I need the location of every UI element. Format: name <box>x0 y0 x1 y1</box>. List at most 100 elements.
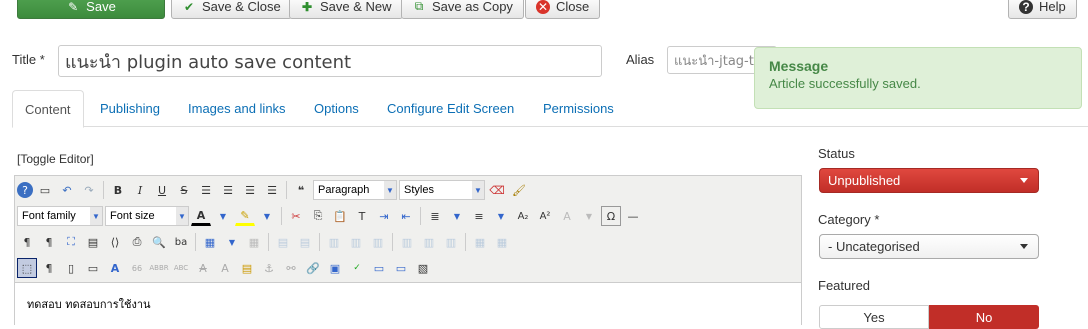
strikethrough-icon[interactable]: S <box>174 180 194 200</box>
style-props-icon[interactable]: A <box>105 258 125 278</box>
save-copy-button[interactable]: ⧉ Save as Copy <box>401 0 524 19</box>
editor-content-area[interactable]: ทดสอบ ทดสอบการใช้งาน <box>15 282 801 326</box>
insert-table-icon[interactable]: ▦ <box>200 232 220 252</box>
paste-text-icon[interactable]: T <box>352 206 372 226</box>
format-select[interactable]: Paragraph ▼ <box>313 180 397 200</box>
abbr-icon[interactable]: ABBR <box>149 258 169 278</box>
tab-publishing[interactable]: Publishing <box>88 90 172 127</box>
featured-no-button[interactable]: No <box>929 305 1039 329</box>
readmore-icon[interactable]: ▭ <box>391 258 411 278</box>
template-icon[interactable]: ▯ <box>61 258 81 278</box>
ins-icon[interactable]: A <box>215 258 235 278</box>
anchor-icon[interactable]: ⚓ <box>259 258 279 278</box>
preview-icon[interactable]: ▤ <box>83 232 103 252</box>
numbered-list-icon[interactable]: ≣ <box>425 206 445 226</box>
unlink-icon[interactable]: ⚯ <box>281 258 301 278</box>
cite-icon[interactable]: 66 <box>127 258 147 278</box>
page-break-icon[interactable]: ▭ <box>369 258 389 278</box>
visual-aid-icon[interactable]: ⬚ <box>17 258 37 278</box>
superscript-icon[interactable]: A² <box>535 206 555 226</box>
italic-icon[interactable]: I <box>130 180 150 200</box>
tab-permissions[interactable]: Permissions <box>531 90 626 127</box>
rtl-icon[interactable]: ¶ <box>39 232 59 252</box>
chevron-down-icon[interactable]: ▼ <box>213 206 233 226</box>
align-left-icon[interactable]: ☰ <box>240 180 260 200</box>
paste-icon[interactable]: 📋 <box>330 206 350 226</box>
attributes-icon[interactable]: ▤ <box>237 258 257 278</box>
new-document-icon[interactable]: ▭ <box>35 180 55 200</box>
undo-icon[interactable]: ↶ <box>57 180 77 200</box>
separator <box>420 207 421 225</box>
close-button[interactable]: ✕ Close <box>525 0 601 19</box>
chevron-down-icon[interactable]: ▼ <box>579 206 599 226</box>
featured-yes-button[interactable]: Yes <box>819 305 929 329</box>
text-direction-icon[interactable]: A <box>557 206 577 226</box>
save-new-button[interactable]: ✚ Save & New <box>289 0 403 19</box>
special-character-icon[interactable]: Ω <box>601 206 621 226</box>
row-after-icon[interactable]: ▤ <box>295 232 315 252</box>
highlight-icon[interactable]: ✎ <box>235 206 255 226</box>
align-justify-icon[interactable]: ☰ <box>196 180 216 200</box>
image-icon[interactable]: ▣ <box>325 258 345 278</box>
chevron-down-icon[interactable]: ▼ <box>257 206 277 226</box>
fullscreen-icon[interactable]: ⛶ <box>61 232 81 252</box>
split-cells-icon[interactable]: ▦ <box>470 232 490 252</box>
cut-icon[interactable]: ✂ <box>286 206 306 226</box>
font-family-select[interactable]: Font family ▼ <box>17 206 103 226</box>
cell-props-icon[interactable]: ▥ <box>346 232 366 252</box>
align-center-icon[interactable]: ☰ <box>218 180 238 200</box>
code-icon[interactable]: ⟨⟩ <box>105 232 125 252</box>
font-size-select[interactable]: Font size ▼ <box>105 206 189 226</box>
save-button[interactable]: ✎ Save <box>17 0 165 19</box>
print-icon[interactable]: ⎙ <box>127 232 147 252</box>
col-before-icon[interactable]: ▥ <box>397 232 417 252</box>
category-value: - Uncategorised <box>828 239 920 254</box>
category-select[interactable]: - Uncategorised <box>819 234 1039 259</box>
toggle-editor-link[interactable]: [Toggle Editor] <box>17 152 94 166</box>
status-select[interactable]: Unpublished <box>819 168 1039 193</box>
delete-row-icon[interactable]: ▥ <box>368 232 388 252</box>
spellcheck-icon[interactable]: ✓ <box>347 258 367 278</box>
indent-icon[interactable]: ⇥ <box>374 206 394 226</box>
show-blocks-icon[interactable]: ¶ <box>39 258 59 278</box>
underline-icon[interactable]: U <box>152 180 172 200</box>
del-icon[interactable]: A <box>193 258 213 278</box>
tab-images-links[interactable]: Images and links <box>176 90 298 127</box>
layer-icon[interactable]: ▭ <box>83 258 103 278</box>
help-button[interactable]: ? Help <box>1008 0 1077 19</box>
search-icon[interactable]: 🔍 <box>149 232 169 252</box>
copy-icon[interactable]: ⎘ <box>308 206 328 226</box>
title-input[interactable]: แนะนำ plugin auto save content <box>58 45 602 77</box>
chevron-down-icon[interactable]: ▼ <box>222 232 242 252</box>
subscript-icon[interactable]: A₂ <box>513 206 533 226</box>
blockquote-icon[interactable]: ❝ <box>291 180 311 200</box>
row-props-icon[interactable]: ▥ <box>324 232 344 252</box>
text-color-icon[interactable]: A <box>191 206 211 226</box>
chevron-down-icon[interactable]: ▼ <box>447 206 467 226</box>
bold-icon[interactable]: B <box>108 180 128 200</box>
tab-options[interactable]: Options <box>302 90 371 127</box>
eraser-icon[interactable]: ⌫ <box>487 180 507 200</box>
bullet-list-icon[interactable]: ≡ <box>469 206 489 226</box>
ltr-icon[interactable]: ¶ <box>17 232 37 252</box>
horizontal-rule-icon[interactable]: — <box>623 206 643 226</box>
media-icon[interactable]: ▧ <box>413 258 433 278</box>
tab-configure-edit-screen[interactable]: Configure Edit Screen <box>375 90 526 127</box>
acronym-icon[interactable]: ABC <box>171 258 191 278</box>
redo-icon[interactable]: ↷ <box>79 180 99 200</box>
save-close-button[interactable]: ✔ Save & Close <box>171 0 292 19</box>
outdent-icon[interactable]: ⇤ <box>396 206 416 226</box>
link-icon[interactable]: 🔗 <box>303 258 323 278</box>
delete-col-icon[interactable]: ▥ <box>441 232 461 252</box>
help-icon[interactable]: ? <box>17 182 33 198</box>
align-right-icon[interactable]: ☰ <box>262 180 282 200</box>
styles-select[interactable]: Styles ▼ <box>399 180 485 200</box>
chevron-down-icon[interactable]: ▼ <box>491 206 511 226</box>
delete-table-icon[interactable]: ▦ <box>244 232 264 252</box>
cleanup-brush-icon[interactable]: 🖌 <box>509 180 529 200</box>
tab-content[interactable]: Content <box>12 90 84 128</box>
row-before-icon[interactable]: ▤ <box>273 232 293 252</box>
merge-cells-icon[interactable]: ▦ <box>492 232 512 252</box>
col-after-icon[interactable]: ▥ <box>419 232 439 252</box>
replace-icon[interactable]: ba <box>171 232 191 252</box>
